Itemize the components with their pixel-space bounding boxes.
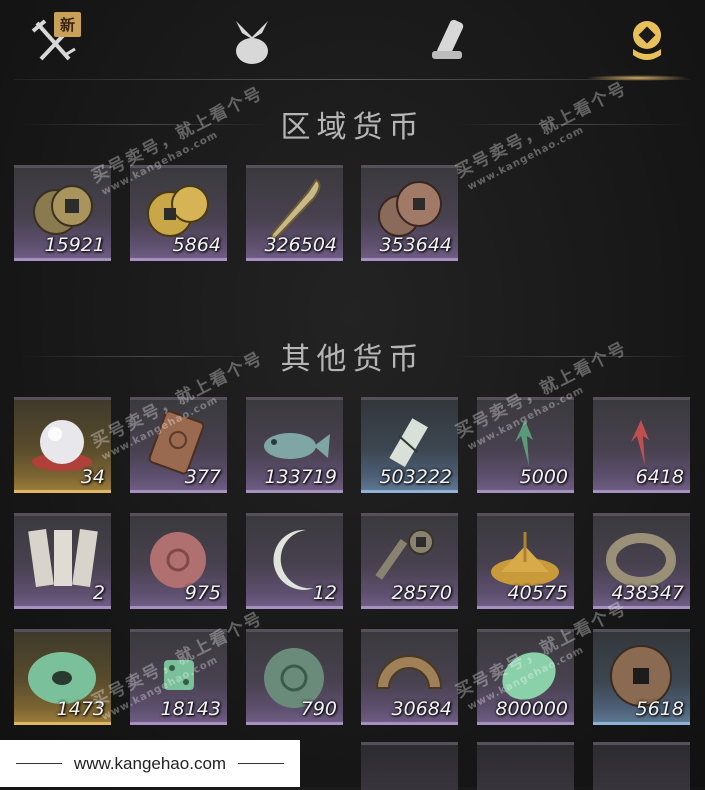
currency-item-slot[interactable]: 5000 [477,397,574,493]
currency-item-slot[interactable]: 18143 [130,629,227,725]
top-tab-bar: 新 [0,0,705,81]
item-count: 438347 [611,582,684,604]
item-slot-partial[interactable] [593,742,690,790]
currency-item-slot[interactable]: 326504 [246,165,343,261]
item-count: 5000 [519,466,568,488]
item-count: 503222 [379,466,452,488]
currency-item-slot[interactable]: 1473 [14,629,111,725]
tab-currency[interactable] [612,8,682,74]
currency-item-slot[interactable]: 5618 [593,629,690,725]
item-count: 5864 [172,234,221,256]
coin-stack-icon [633,21,661,60]
footer-rule [15,763,62,764]
currency-item-slot[interactable]: 15921 [14,165,111,261]
tab-items[interactable] [217,8,287,74]
item-count: 790 [300,698,337,720]
currency-item-slot[interactable]: 790 [246,629,343,725]
item-count: 133719 [264,466,337,488]
item-slot-partial[interactable] [361,742,458,790]
currency-item-slot[interactable]: 28570 [361,513,458,609]
tab-scrolls[interactable] [413,8,483,74]
currency-item-slot[interactable]: 34 [14,397,111,493]
currency-item-slot[interactable]: 377 [130,397,227,493]
item-count: 34 [80,466,105,488]
currency-item-slot[interactable]: 40575 [477,513,574,609]
footer-watermark-box: www.kangehao.com [0,740,300,787]
item-count: 40575 [507,582,568,604]
item-slot-partial[interactable] [477,742,574,790]
paper-slips-icon [28,529,98,587]
currency-item-slot[interactable]: 30684 [361,629,458,725]
currency-item-slot[interactable]: 12 [246,513,343,609]
footer-url: www.kangehao.com [73,753,227,773]
currency-item-slot[interactable]: 800000 [477,629,574,725]
currency-item-slot[interactable]: 975 [130,513,227,609]
item-count: 800000 [495,698,568,720]
currency-item-slot[interactable]: 503222 [361,397,458,493]
active-tab-indicator [585,75,690,81]
scroll-icon [432,19,464,59]
item-count: 377 [184,466,221,488]
item-count: 12 [312,582,337,604]
section-title-regional: 区域货币 [280,110,425,145]
item-count: 6418 [635,466,684,488]
currency-item-slot[interactable]: 133719 [246,397,343,493]
item-count: 15921 [44,234,105,256]
currency-item-slot[interactable]: 2 [14,513,111,609]
item-count: 30684 [391,698,452,720]
item-count: 975 [184,582,221,604]
footer-rule [238,763,285,764]
item-count: 2 [92,582,105,604]
currency-item-slot[interactable]: 353644 [361,165,458,261]
currency-item-slot[interactable]: 438347 [593,513,690,609]
item-count: 18143 [160,698,221,720]
currency-item-slot[interactable]: 6418 [593,397,690,493]
section-title-other: 其他货币 [280,342,425,377]
item-count: 28570 [391,582,452,604]
item-count: 353644 [379,234,452,256]
cloth-bundle-icon [236,21,268,64]
item-count: 326504 [264,234,337,256]
item-count: 1473 [56,698,105,720]
currency-item-slot[interactable]: 5864 [130,165,227,261]
item-count: 5618 [635,698,684,720]
new-badge: 新 [54,12,82,37]
tab-weapons[interactable]: 新 [20,8,90,74]
